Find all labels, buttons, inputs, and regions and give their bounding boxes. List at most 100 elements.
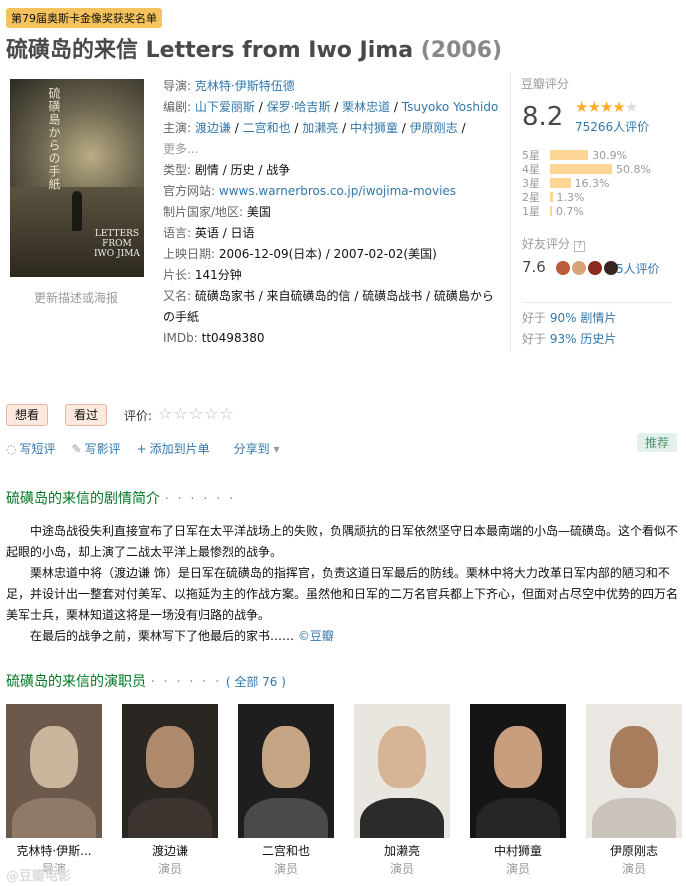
rating-bar-percent: 1.3% xyxy=(556,190,585,204)
poster-figure xyxy=(72,191,82,231)
votes-link[interactable]: 75266人评价 xyxy=(575,118,649,135)
cast-name[interactable]: 二宫和也 xyxy=(238,842,334,860)
title-year: (2006) xyxy=(420,38,503,63)
award-tag[interactable]: 第79届奥斯卡金像奖获奖名单 xyxy=(6,8,162,28)
cast-role: 演员 xyxy=(273,862,298,876)
page-title: 硫磺岛的来信 Letters from Iwo Jima (2006) xyxy=(6,32,502,64)
rating-bar xyxy=(550,192,553,202)
rating-score: 8.2 xyxy=(522,102,564,132)
rating-bar-row: 5星 30.9% xyxy=(522,148,672,163)
cast-face xyxy=(146,726,194,788)
cast-role: 演员 xyxy=(621,862,646,876)
rating-stars-icon: ★★★★★ xyxy=(575,98,638,116)
help-icon[interactable]: ? xyxy=(574,241,586,252)
write-short-review[interactable]: ◌ 写短评 xyxy=(6,440,56,457)
better-than: 好于 90% 剧情片 好于 93% 历史片 xyxy=(522,302,672,351)
watched-button[interactable]: 看过 xyxy=(65,404,108,426)
title-main: 硫磺岛的来信 Letters from Iwo Jima xyxy=(6,38,414,63)
cast-face xyxy=(378,726,426,788)
rating-bar-percent: 30.9% xyxy=(592,148,628,162)
cast-name[interactable]: 伊原刚志 xyxy=(586,842,682,860)
cast-photo[interactable] xyxy=(586,704,682,838)
cast-link[interactable]: 渡边谦 xyxy=(195,121,231,135)
friend-count-link[interactable]: 5人评价 xyxy=(616,260,660,277)
rating-distribution: 5星 30.9% 4星 50.8% 3星 16.3% 2星 1.3% 1星 0.7% xyxy=(522,148,672,219)
want-to-watch-button[interactable]: 想看 xyxy=(6,404,49,426)
imdb-row: IMDb: tt0498380 xyxy=(163,331,265,345)
cast-heading: 硫磺岛的来信的演职员 · · · · · · ( 全部 76 ) xyxy=(6,674,286,690)
poster-english-text: LETTERS FROM IWO JIMA xyxy=(94,229,140,259)
better-genre-link[interactable]: 90% 剧情片 xyxy=(550,311,617,325)
rating-panel: 豆瓣评分 8.2 ★★★★★ 75266人评价 5星 30.9% 4星 50.8% 3星… xyxy=(510,72,676,352)
cast-body xyxy=(244,798,328,838)
plus-icon: + xyxy=(136,442,147,456)
synopsis-text: 中途岛战役失利直接宣布了日军在太平洋战场上的失败，负隅顽抗的日军依然坚守日本最南… xyxy=(6,524,679,643)
cast-role: 演员 xyxy=(389,862,414,876)
write-review[interactable]: ✎ 写影评 xyxy=(72,440,121,457)
add-to-list[interactable]: + 添加到片单 xyxy=(137,440,210,457)
writer-link[interactable]: Tsuyoko Yoshido xyxy=(402,100,499,114)
cast-photo[interactable] xyxy=(122,704,218,838)
cast-member[interactable]: 中村狮童 演员 xyxy=(470,704,586,877)
language-row: 语言: 英语 / 日语 xyxy=(163,226,255,240)
writer-link[interactable]: 保罗·哈吉斯 xyxy=(267,100,331,114)
cast-member[interactable]: 加濑亮 演员 xyxy=(354,704,470,877)
rating-bar-row: 3星 16.3% xyxy=(522,176,672,191)
cast-link[interactable]: 中村狮童 xyxy=(350,121,398,135)
cast-body xyxy=(12,798,96,838)
aka-row: 又名: 硫磺岛家书 / 来自硫磺岛的信 / 硫磺岛战书 / 硫磺島からの手紙 xyxy=(163,289,494,324)
cast-link[interactable]: 二宫和也 xyxy=(243,121,291,135)
cast-row: 主演: 渡边谦 / 二宫和也 / 加濑亮 / 中村狮童 / 伊原刚志 / 更多.… xyxy=(163,121,466,156)
cast-photo[interactable] xyxy=(6,704,102,838)
director-row: 导演: 克林特·伊斯特伍德 xyxy=(163,79,295,93)
all-cast-link[interactable]: ( 全部 76 ) xyxy=(226,675,286,689)
cast-body xyxy=(360,798,444,838)
cast-link[interactable]: 加濑亮 xyxy=(302,121,338,135)
cast-face xyxy=(494,726,542,788)
friend-avatars[interactable] xyxy=(556,261,620,275)
cast-photo[interactable] xyxy=(354,704,450,838)
site-row: 官方网站: wwws.warnerbros.co.jp/iwojima-movi… xyxy=(163,184,457,198)
genre-row: 类型: 剧情 / 历史 / 战争 xyxy=(163,163,291,177)
cast-photo[interactable] xyxy=(238,704,334,838)
avatar[interactable] xyxy=(556,261,570,275)
action-bar: ◌ 写短评 ✎ 写影评 + 添加到片单 分享到 ▾ xyxy=(6,440,299,457)
director-link[interactable]: 克林特·伊斯特伍德 xyxy=(195,79,295,93)
rating-bar-row: 1星 0.7% xyxy=(522,204,672,219)
cast-member[interactable]: 渡边谦 演员 xyxy=(122,704,238,877)
cast-member[interactable]: 二宫和也 演员 xyxy=(238,704,354,877)
rating-bar xyxy=(550,150,589,160)
cast-name[interactable]: 加濑亮 xyxy=(354,842,450,860)
rating-bar xyxy=(550,206,552,216)
runtime-row: 片长: 141分钟 xyxy=(163,268,242,282)
rating-bar-percent: 50.8% xyxy=(615,162,651,176)
friend-score: 7.6 xyxy=(522,258,546,276)
cast-link[interactable]: 伊原刚志 xyxy=(410,121,458,135)
writer-link[interactable]: 栗林忠道 xyxy=(342,100,390,114)
cast-role: 演员 xyxy=(157,862,182,876)
cast-name[interactable]: 中村狮童 xyxy=(470,842,566,860)
avatar[interactable] xyxy=(588,261,602,275)
cast-more-link[interactable]: 更多... xyxy=(163,142,198,156)
movie-poster[interactable]: 硫磺島からの手紙 LETTERS FROM IWO JIMA xyxy=(10,79,144,277)
better-genre-link[interactable]: 93% 历史片 xyxy=(550,332,617,346)
synopsis-heading: 硫磺岛的来信的剧情简介 · · · · · · xyxy=(6,491,236,507)
avatar[interactable] xyxy=(572,261,586,275)
rating-bar-label: 1星 xyxy=(522,205,540,218)
rating-bar xyxy=(550,164,612,174)
update-poster-link[interactable]: 更新描述或海报 xyxy=(34,289,118,306)
rate-label: 评价: xyxy=(124,409,153,423)
cast-name[interactable]: 克林特·伊斯... xyxy=(6,842,102,860)
cast-member[interactable]: 伊原刚志 演员 xyxy=(586,704,686,877)
cast-member[interactable]: 克林特·伊斯... 导演 xyxy=(6,704,122,877)
douban-link[interactable]: ©豆瓣 xyxy=(298,629,334,643)
cast-photo[interactable] xyxy=(470,704,566,838)
recommend-button[interactable]: 推荐 xyxy=(637,433,678,452)
share-to[interactable]: 分享到 ▾ xyxy=(234,440,283,457)
cast-list: 克林特·伊斯... 导演 渡边谦 演员 二宫和也 演员 加濑亮 演员 中村狮童 演员 伊原刚志 演员 xyxy=(6,704,686,877)
comment-icon: ◌ xyxy=(6,442,17,456)
official-site-link[interactable]: wwws.warnerbros.co.jp/iwojima-movies xyxy=(219,184,456,198)
rate-stars[interactable]: ☆☆☆☆☆ xyxy=(158,404,235,423)
writer-link[interactable]: 山下爱丽斯 xyxy=(195,100,255,114)
cast-name[interactable]: 渡边谦 xyxy=(122,842,218,860)
